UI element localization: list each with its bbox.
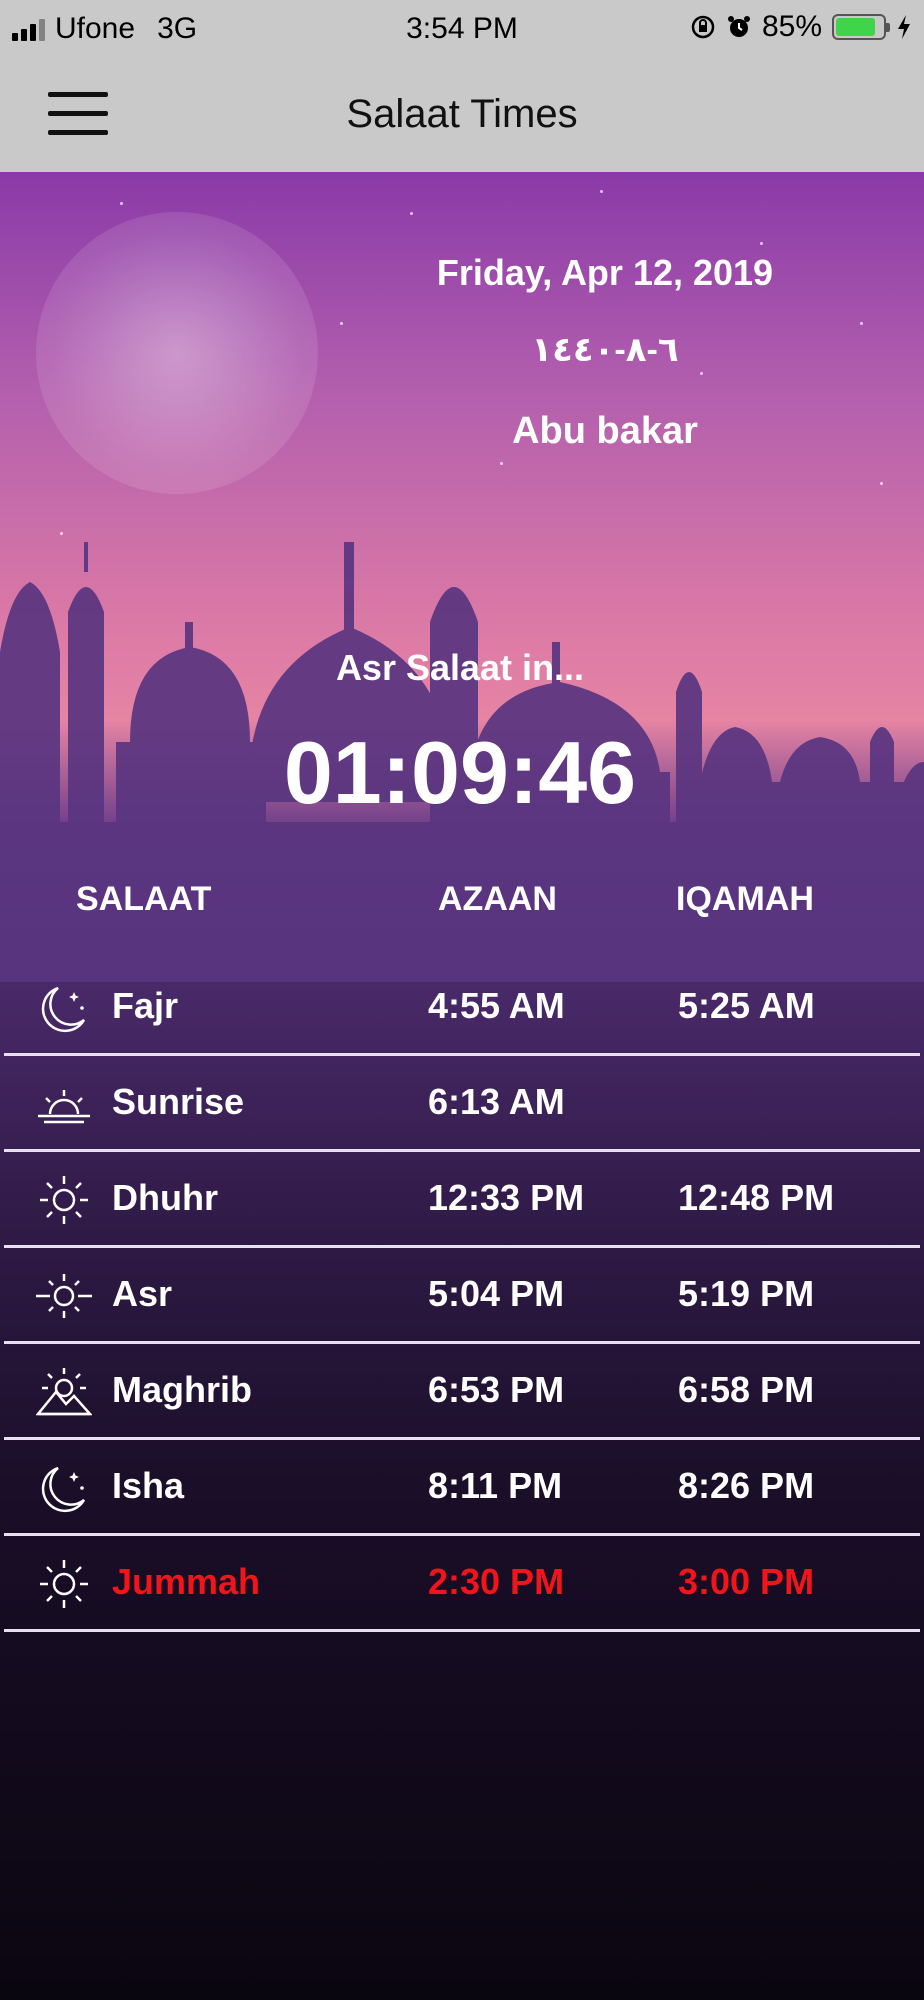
azaan-time: 6:53 PM [428, 1369, 565, 1410]
table-row-dhuhr[interactable]: Dhuhr 12:33 PM 12:48 PM [0, 1152, 924, 1248]
gregorian-date: Friday, Apr 12, 2019 [436, 252, 774, 293]
azaan-time: 4:55 AM [428, 985, 565, 1026]
salaat-name: Jummah [112, 1561, 261, 1602]
iqamah-time: 5:25 AM [678, 985, 815, 1026]
table-row-sunrise[interactable]: Sunrise 6:13 AM [0, 1056, 924, 1152]
battery-percent: 85% [761, 10, 822, 43]
battery-level [836, 18, 876, 36]
table-row-jummah[interactable]: Jummah 2:30 PM 3:00 PM [0, 1536, 924, 1632]
main-content: Friday, Apr 12, 2019 ٦-٨-١٤٤٠ Abu bakar [0, 172, 924, 2000]
table-row-asr[interactable]: Asr 5:04 PM 5:19 PM [0, 1248, 924, 1344]
salaat-name: Maghrib [112, 1369, 252, 1410]
nav-bar: Salaat Times [0, 56, 924, 172]
status-bar: Ufone 3G 3:54 PM 85% [0, 0, 924, 56]
salaat-name: Sunrise [112, 1081, 245, 1122]
azaan-time: 5:04 PM [428, 1273, 565, 1314]
timetable-header: SALAAT AZAAN IQAMAH [0, 872, 924, 932]
azaan-time: 6:13 AM [428, 1081, 565, 1122]
battery-icon [832, 14, 890, 40]
rotation-lock-icon [691, 15, 715, 39]
header-azaan: AZAAN [438, 880, 557, 918]
iqamah-time: 5:19 PM [678, 1273, 815, 1314]
charging-bolt-icon [898, 15, 910, 39]
iqamah-time: 6:58 PM [678, 1369, 815, 1410]
countdown-timer: 01:09:46 [283, 723, 637, 822]
table-row-fajr[interactable]: Fajr 4:55 AM 5:25 AM [0, 960, 924, 1056]
iqamah-time: 3:00 PM [678, 1561, 815, 1602]
alarm-icon [727, 16, 750, 37]
salaat-name: Asr [112, 1273, 173, 1314]
crescent-stars-icon [41, 1466, 86, 1513]
sun-icon [40, 1560, 88, 1608]
sun-icon [40, 1176, 88, 1224]
header-salaat: SALAAT [76, 880, 212, 918]
row-divider [4, 1629, 920, 1632]
salaat-name: Isha [112, 1465, 185, 1506]
sunset-mountain-icon [36, 1368, 92, 1416]
table-row-isha[interactable]: Isha 8:11 PM 8:26 PM [0, 1440, 924, 1536]
hijri-date: ٦-٨-١٤٤٠ [531, 331, 679, 369]
azaan-time: 12:33 PM [428, 1177, 585, 1218]
sun-horizon-icon [36, 1274, 92, 1318]
next-salaat-label: Asr Salaat in... [335, 647, 585, 688]
sunrise-icon [38, 1090, 90, 1124]
crescent-stars-icon [41, 986, 86, 1033]
page-title: Salaat Times [346, 92, 578, 136]
crescent-moon-icon [140, 322, 226, 409]
salaat-name: Fajr [112, 985, 179, 1026]
iqamah-time: 8:26 PM [678, 1465, 815, 1506]
azaan-time: 2:30 PM [428, 1561, 565, 1602]
timetable: Fajr 4:55 AM 5:25 AM Sunrise 6:13 AM Dhu… [0, 960, 924, 1632]
table-row-maghrib[interactable]: Maghrib 6:53 PM 6:58 PM [0, 1344, 924, 1440]
iqamah-time: 12:48 PM [678, 1177, 835, 1218]
azaan-time: 8:11 PM [428, 1465, 563, 1506]
status-right: 85% [690, 10, 912, 44]
header-iqamah: IQAMAH [676, 880, 814, 918]
salaat-name: Dhuhr [112, 1177, 218, 1218]
